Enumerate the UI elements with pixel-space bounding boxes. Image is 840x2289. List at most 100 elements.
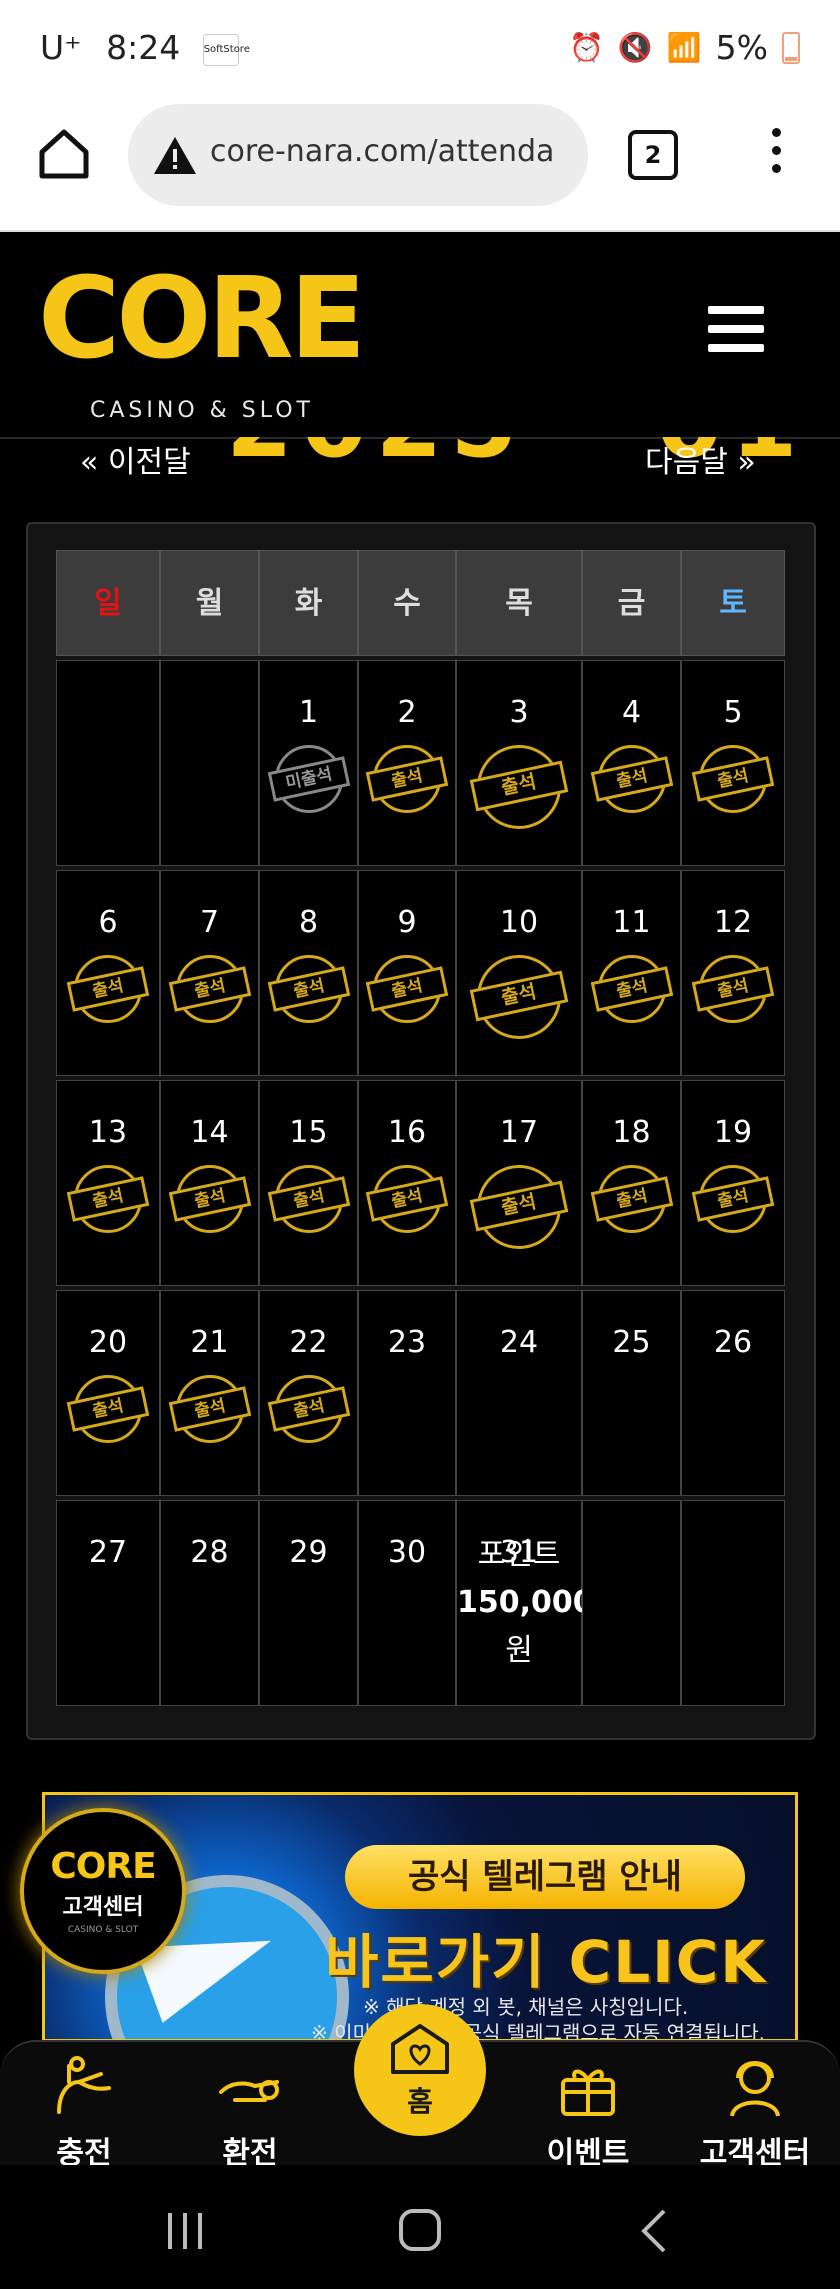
calendar-day-cell[interactable] (160, 660, 259, 866)
day-number: 30 (387, 1535, 427, 1570)
attendance-stamp: 출석 (691, 955, 775, 1023)
attendance-stamp: 출석 (66, 955, 150, 1023)
stamp-label: 출석 (168, 1386, 251, 1432)
calendar-day-cell[interactable]: 16 출석 (358, 1080, 456, 1286)
point-amount: 150,000 (457, 1585, 594, 1620)
day-number: 7 (199, 905, 220, 940)
calendar-day-cell[interactable]: 14 출석 (160, 1080, 259, 1286)
calendar-day-cell[interactable]: 26 (681, 1290, 785, 1496)
recent-apps-icon[interactable] (160, 2205, 210, 2255)
calendar-day-cell[interactable]: 11 출석 (582, 870, 681, 1076)
attendance-stamp: 출석 (267, 955, 350, 1023)
site-logo[interactable]: CORE CASINO & SLOT (38, 263, 366, 423)
url-text[interactable]: core-nara.com/attenda (210, 134, 580, 169)
day-number: 9 (397, 905, 417, 940)
day-number: 6 (98, 905, 118, 940)
system-navigation-bar (0, 2165, 840, 2289)
nav-home-button[interactable]: 홈 (354, 2004, 486, 2136)
stamp-label: 출석 (590, 1176, 673, 1222)
badge-label: 고객센터 (62, 1895, 144, 1920)
calendar-day-cell[interactable]: 8 출석 (259, 870, 358, 1076)
calendar-day-cell[interactable] (582, 1500, 681, 1706)
attendance-stamp: 출석 (590, 1165, 673, 1233)
weekday-header: 금 (582, 550, 681, 656)
stamp-label: 출석 (365, 966, 449, 1012)
next-month-link[interactable]: 다음달 » (645, 437, 756, 481)
attendance-stamp: 출석 (267, 1165, 350, 1233)
calendar-day-cell[interactable]: 12 출석 (681, 870, 785, 1076)
day-number: 24 (499, 1325, 539, 1360)
stamp-label: 출석 (469, 1180, 569, 1232)
site-header: CORE CASINO & SLOT (0, 232, 840, 439)
calendar-day-cell[interactable]: 5 출석 (681, 660, 785, 866)
battery-icon (782, 31, 800, 64)
nav-exchange[interactable]: 환전 (190, 2052, 310, 2172)
stamp-label: 출석 (691, 966, 775, 1012)
calendar-day-cell[interactable]: 27 (56, 1500, 160, 1706)
attendance-stamp: 출석 (168, 1375, 251, 1443)
calendar-day-cell[interactable]: 3 출석 (456, 660, 582, 866)
calendar-day-cell[interactable]: 15 출석 (259, 1080, 358, 1286)
calendar-day-cell[interactable]: 24 (456, 1290, 582, 1496)
attendance-calendar: 일 월 화 수 목 금 토 1 미출석 2 출석 3 출석 4 출석 5 출석 6 출석 7 출석 8 출석 9 출석 10 출석 1… (26, 522, 816, 1740)
badge-tagline: CASINO & SLOT (67, 1925, 139, 1935)
day-number: 5 (723, 695, 743, 730)
calendar-day-cell[interactable]: 19 출석 (681, 1080, 785, 1286)
attendance-stamp: 출석 (469, 955, 569, 1039)
more-menu-icon[interactable] (768, 128, 784, 178)
stamp-label: 출석 (469, 760, 569, 812)
day-number: 10 (499, 905, 539, 940)
calendar-day-cell[interactable]: 18 출석 (582, 1080, 681, 1286)
nav-support[interactable]: 고객센터 (695, 2052, 815, 2172)
attendance-stamp: 출석 (66, 1375, 150, 1443)
stamp-label: 출석 (66, 1176, 150, 1222)
day-number: 11 (612, 905, 651, 940)
system-home-icon[interactable] (395, 2205, 445, 2255)
stamp-label: 출석 (168, 1176, 251, 1222)
attendance-stamp: 출석 (691, 1165, 775, 1233)
calendar-day-cell[interactable]: 9 출석 (358, 870, 456, 1076)
calendar-day-cell[interactable]: 30 (358, 1500, 456, 1706)
warning-icon[interactable] (152, 134, 198, 176)
nav-event[interactable]: 이벤트 (528, 2052, 648, 2172)
back-icon[interactable] (630, 2205, 680, 2255)
day-number: 12 (713, 905, 753, 940)
home-icon[interactable] (36, 126, 92, 182)
calendar-day-cell[interactable]: 23 (358, 1290, 456, 1496)
calendar-day-cell[interactable]: 6 출석 (56, 870, 160, 1076)
home-heart-icon (391, 2024, 449, 2074)
calendar-day-cell[interactable]: 21 출석 (160, 1290, 259, 1496)
calendar-day-cell[interactable]: 29 (259, 1500, 358, 1706)
day-number: 22 (289, 1325, 328, 1360)
hamburger-menu-icon[interactable] (708, 306, 764, 352)
calendar-day-cell[interactable]: 20 출석 (56, 1290, 160, 1496)
address-bar[interactable]: core-nara.com/attenda (128, 104, 588, 206)
attendance-stamp: 출석 (168, 1165, 251, 1233)
stamp-label: 출석 (469, 970, 569, 1022)
calendar-day-cell[interactable]: 13 출석 (56, 1080, 160, 1286)
calendar-day-cell[interactable]: 25 (582, 1290, 681, 1496)
day-number: 29 (289, 1535, 328, 1570)
calendar-day-cell[interactable]: 10 출석 (456, 870, 582, 1076)
calendar-day-cell[interactable]: 17 출석 (456, 1080, 582, 1286)
customer-center-badge[interactable]: CORE 고객센터 CASINO & SLOT (20, 1808, 186, 1974)
calendar-day-cell[interactable]: 22 출석 (259, 1290, 358, 1496)
prev-month-link[interactable]: « 이전달 (80, 437, 191, 481)
calendar-day-cell[interactable] (56, 660, 160, 866)
stamp-label: 출석 (267, 966, 350, 1012)
calendar-day-cell[interactable]: 31 포인트 150,000 원 (456, 1500, 594, 1706)
tab-switcher-button[interactable]: 2 (628, 130, 678, 180)
calendar-day-cell[interactable]: 7 출석 (160, 870, 259, 1076)
calendar-day-cell[interactable]: 4 출석 (582, 660, 681, 866)
calendar-day-cell[interactable]: 1 미출석 (259, 660, 358, 866)
calendar-day-cell[interactable]: 28 (160, 1500, 259, 1706)
attendance-stamp: 출석 (590, 955, 673, 1023)
carrier-label: U⁺ (40, 28, 82, 67)
day-number: 4 (621, 695, 642, 730)
calendar-day-cell[interactable]: 2 출석 (358, 660, 456, 866)
stamp-label: 출석 (590, 756, 673, 802)
nav-charge[interactable]: 충전 (24, 2052, 144, 2172)
signal-icon: 📶 (666, 31, 702, 64)
calendar-day-cell[interactable] (681, 1500, 785, 1706)
day-number: 19 (713, 1115, 753, 1150)
